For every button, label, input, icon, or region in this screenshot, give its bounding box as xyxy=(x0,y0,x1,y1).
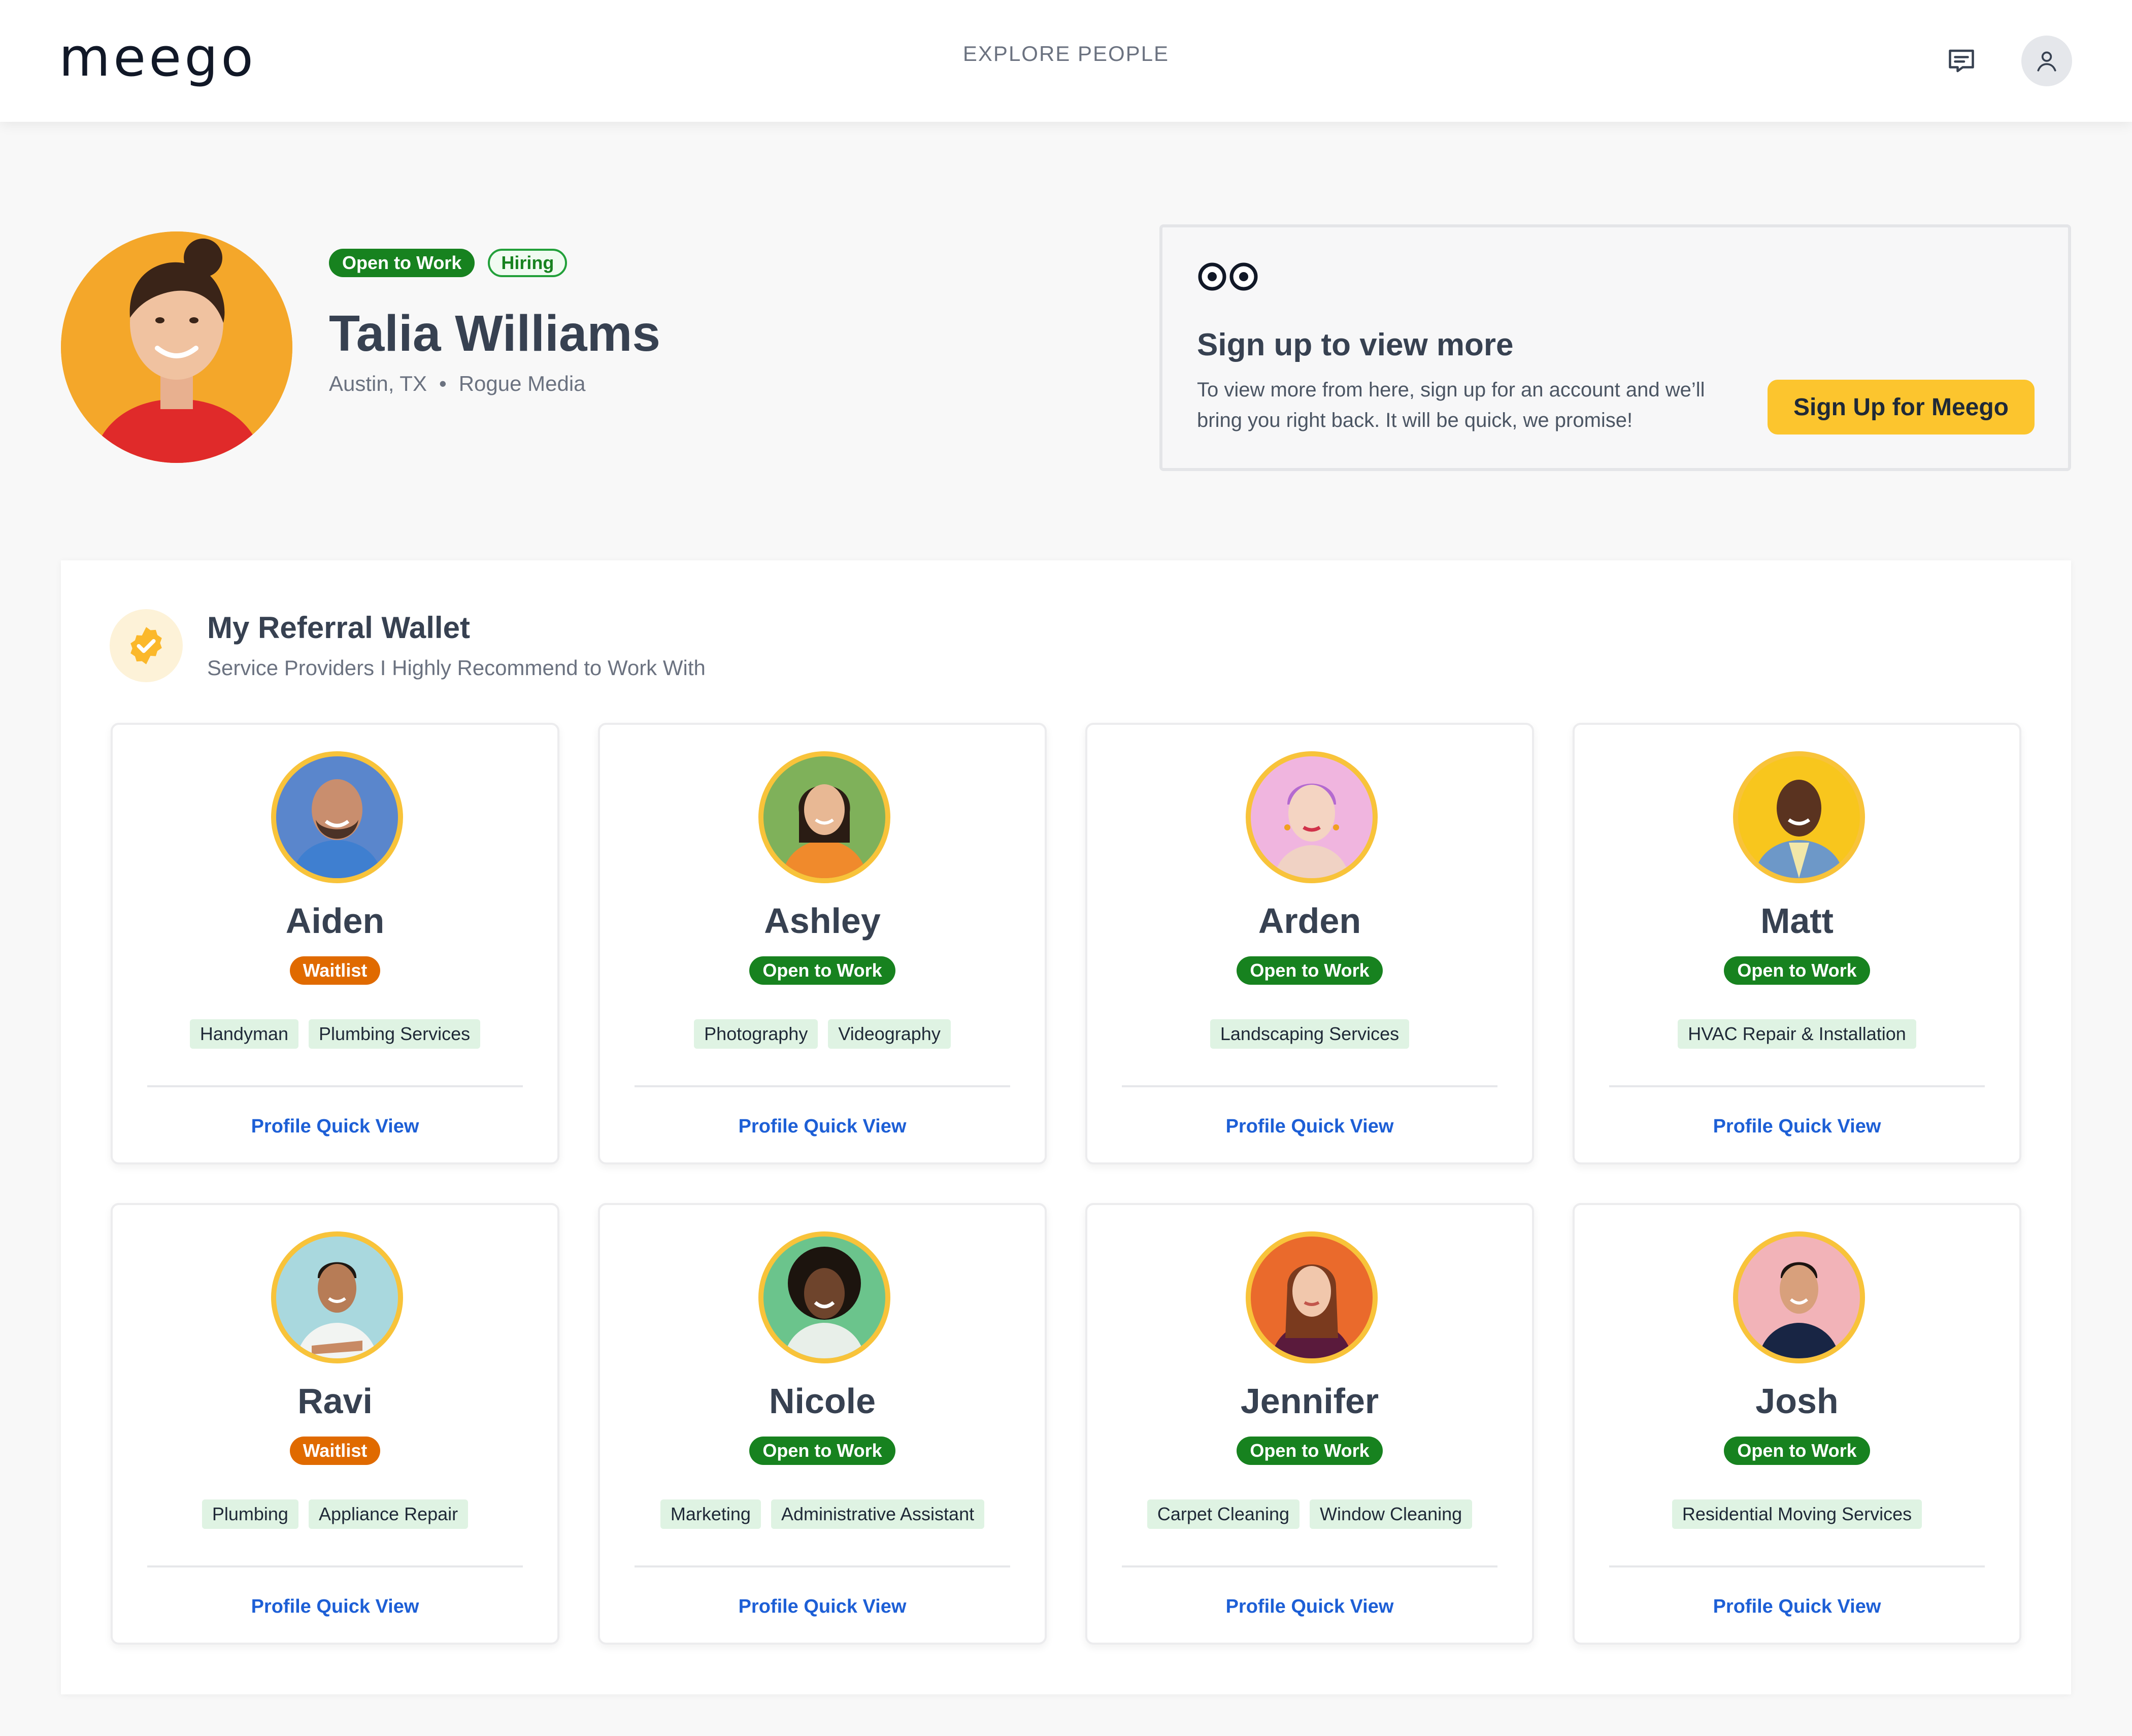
hiring-badge: Hiring xyxy=(488,249,568,277)
service-tag: HVAC Repair & Installation xyxy=(1678,1019,1916,1049)
service-tag: Carpet Cleaning xyxy=(1147,1499,1300,1529)
card-divider xyxy=(147,1085,523,1087)
provider-card-ashley: Ashley Open to Work Photography Videogra… xyxy=(598,723,1047,1164)
service-tag: Appliance Repair xyxy=(308,1499,469,1529)
account-button[interactable] xyxy=(2021,36,2072,86)
provider-name: Jennifer xyxy=(1240,1381,1379,1421)
status-badge: Open to Work xyxy=(1724,956,1870,985)
profile-quick-view-link[interactable]: Profile Quick View xyxy=(1087,1116,1532,1138)
card-divider xyxy=(1609,1565,1985,1567)
provider-card-jennifer: Jennifer Open to Work Carpet Cleaning Wi… xyxy=(1085,1203,1534,1645)
provider-card-ravi: Ravi Waitlist Plumbing Appliance Repair … xyxy=(111,1203,559,1645)
referral-wallet: My Referral Wallet Service Providers I H… xyxy=(61,560,2071,1694)
profile-quick-view-link[interactable]: Profile Quick View xyxy=(1575,1596,2019,1618)
profile-quick-view-link[interactable]: Profile Quick View xyxy=(1575,1116,2019,1138)
card-divider xyxy=(635,1085,1010,1087)
profile-quick-view-link[interactable]: Profile Quick View xyxy=(600,1596,1045,1618)
service-tag: Plumbing Services xyxy=(308,1019,481,1049)
status-badge: Open to Work xyxy=(749,956,895,985)
provider-name: Ashley xyxy=(764,901,881,941)
status-badge: Open to Work xyxy=(1237,1437,1383,1465)
user-icon xyxy=(2037,51,2056,72)
signup-button[interactable]: Sign Up for Meego xyxy=(1768,380,2035,435)
profile-name: Talia Williams xyxy=(329,305,661,362)
status-badge: Open to Work xyxy=(749,1437,895,1465)
messages-button[interactable] xyxy=(1936,36,1987,86)
provider-card-arden: Arden Open to Work Landscaping Services … xyxy=(1085,723,1534,1164)
signup-title: Sign up to view more xyxy=(1197,327,1514,362)
provider-card-nicole: Nicole Open to Work Marketing Administra… xyxy=(598,1203,1047,1645)
provider-name: Aiden xyxy=(285,901,385,941)
status-badge: Open to Work xyxy=(1724,1437,1870,1465)
provider-card-matt: Matt Open to Work HVAC Repair & Installa… xyxy=(1573,723,2021,1164)
provider-avatar xyxy=(1246,751,1378,883)
service-tag: Plumbing xyxy=(202,1499,298,1529)
chat-icon xyxy=(1949,49,1974,73)
service-tag: Administrative Assistant xyxy=(771,1499,985,1529)
card-divider xyxy=(1122,1565,1497,1567)
service-tag: Photography xyxy=(694,1019,818,1049)
wallet-badge xyxy=(110,609,183,682)
profile-quick-view-link[interactable]: Profile Quick View xyxy=(600,1116,1045,1138)
signup-description: To view more from here, sign up for an a… xyxy=(1197,379,1705,431)
card-divider xyxy=(1122,1085,1497,1087)
status-badge: Waitlist xyxy=(289,1437,381,1465)
provider-name: Arden xyxy=(1258,901,1361,941)
service-tag: Videography xyxy=(828,1019,951,1049)
profile-company: Rogue Media xyxy=(458,372,586,395)
profile-photo xyxy=(61,231,292,463)
top-navbar: meego EXPLORE PEOPLE xyxy=(0,0,2132,122)
provider-name: Matt xyxy=(1760,901,1834,941)
wallet-subtitle: Service Providers I Highly Recommend to … xyxy=(207,656,706,680)
status-badge: Open to Work xyxy=(1237,956,1383,985)
provider-avatar xyxy=(1733,751,1865,883)
provider-name: Nicole xyxy=(769,1381,876,1421)
provider-avatar xyxy=(758,751,890,883)
open-to-work-badge: Open to Work xyxy=(329,249,475,277)
card-divider xyxy=(1609,1085,1985,1087)
service-tag: Residential Moving Services xyxy=(1672,1499,1922,1529)
verified-badge-icon xyxy=(130,627,162,664)
provider-avatar xyxy=(758,1231,890,1363)
provider-avatar xyxy=(271,1231,403,1363)
provider-name: Ravi xyxy=(297,1381,373,1421)
service-tag: Handyman xyxy=(189,1019,298,1049)
provider-avatar xyxy=(1733,1231,1865,1363)
wallet-title: My Referral Wallet xyxy=(207,611,470,645)
provider-avatar xyxy=(1246,1231,1378,1363)
service-tag: Landscaping Services xyxy=(1210,1019,1410,1049)
signup-card: Sign up to view more To view more from h… xyxy=(1159,224,2071,471)
provider-card-josh: Josh Open to Work Residential Moving Ser… xyxy=(1573,1203,2021,1645)
provider-card-aiden: Aiden Waitlist Handyman Plumbing Service… xyxy=(111,723,559,1164)
profile-quick-view-link[interactable]: Profile Quick View xyxy=(1087,1596,1532,1618)
service-tag: Marketing xyxy=(660,1499,761,1529)
meta-separator: • xyxy=(439,372,447,395)
profile-location: Austin, TX xyxy=(329,372,427,395)
profile-quick-view-link[interactable]: Profile Quick View xyxy=(113,1116,557,1138)
service-tag: Window Cleaning xyxy=(1310,1499,1473,1529)
eyes-icon xyxy=(1198,262,1258,291)
explore-people-link[interactable]: EXPLORE PEOPLE xyxy=(0,42,2132,66)
provider-name: Josh xyxy=(1755,1381,1839,1421)
status-badge: Waitlist xyxy=(289,956,381,985)
card-divider xyxy=(635,1565,1010,1567)
card-divider xyxy=(147,1565,523,1567)
provider-avatar xyxy=(271,751,403,883)
profile-badges: Open to Work Hiring xyxy=(329,249,568,277)
profile-quick-view-link[interactable]: Profile Quick View xyxy=(113,1596,557,1618)
profile-meta: Austin, TX • Rogue Media xyxy=(329,372,586,396)
